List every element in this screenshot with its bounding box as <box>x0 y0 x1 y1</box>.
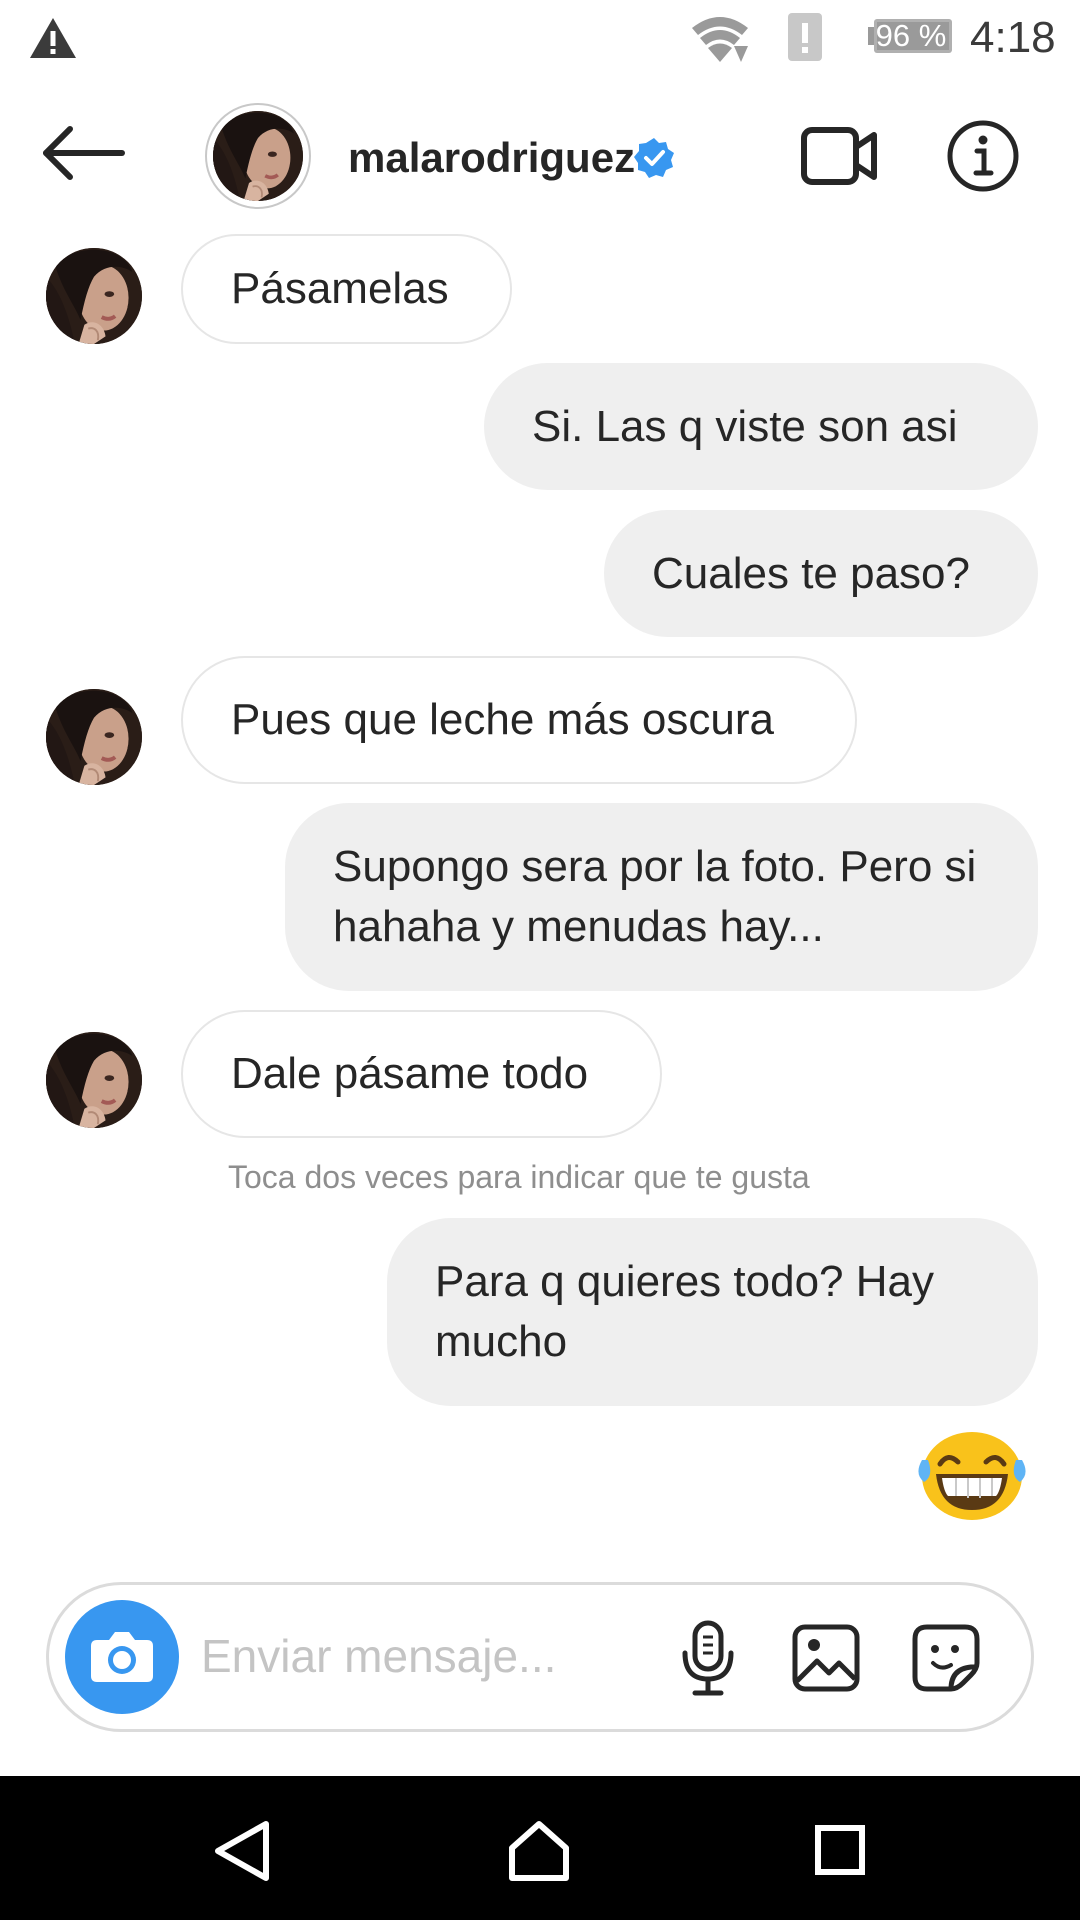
sender-avatar[interactable] <box>46 689 142 785</box>
message-text: Cuales te paso? <box>652 548 970 598</box>
message-composer <box>46 1582 1034 1732</box>
back-arrow-icon[interactable] <box>40 123 130 183</box>
nav-home-icon[interactable] <box>506 1818 572 1884</box>
sticker-icon[interactable] <box>911 1623 981 1693</box>
gallery-icon[interactable] <box>791 1623 861 1693</box>
camera-icon <box>91 1632 153 1682</box>
message-input[interactable] <box>201 1623 671 1689</box>
message-bubble-incoming[interactable]: Pásamelas <box>181 234 512 344</box>
chat-header: malarodriguez <box>0 75 1080 240</box>
sender-avatar[interactable] <box>46 248 142 344</box>
system-nav-bar <box>0 1776 1080 1920</box>
alert-icon <box>788 13 822 61</box>
message-bubble-incoming[interactable]: Dale pásame todo <box>181 1010 662 1138</box>
nav-recents-icon[interactable] <box>814 1824 866 1876</box>
double-tap-hint: Toca dos veces para indicar que te gusta <box>228 1159 810 1195</box>
microphone-icon[interactable] <box>677 1619 739 1697</box>
message-text: Pásamelas <box>231 264 449 313</box>
info-icon[interactable] <box>946 119 1020 193</box>
message-bubble-outgoing[interactable]: Si. Las q viste son asi <box>484 363 1038 490</box>
tears-of-joy-emoji[interactable] <box>916 1430 1028 1522</box>
message-text: Si. Las q viste son asi <box>532 401 958 451</box>
camera-button[interactable] <box>65 1600 179 1714</box>
message-bubble-outgoing[interactable]: Para q quieres todo? Hay mucho <box>387 1218 1038 1406</box>
wifi-icon <box>692 17 748 62</box>
message-text: Pues que leche más oscura <box>231 695 774 744</box>
header-avatar[interactable] <box>205 103 311 209</box>
message-text: Para q quieres todo? Hay mucho <box>435 1257 934 1366</box>
message-text: Supongo sera por la foto. Pero si hahaha… <box>333 842 977 951</box>
message-bubble-outgoing[interactable]: Cuales te paso? <box>604 510 1038 637</box>
chat-username[interactable]: malarodriguez <box>348 133 635 183</box>
verified-badge-icon <box>634 138 674 178</box>
video-call-icon[interactable] <box>800 125 878 187</box>
clock: 4:18 <box>970 13 1056 62</box>
sender-avatar[interactable] <box>46 1032 142 1128</box>
message-bubble-incoming[interactable]: Pues que leche más oscura <box>181 656 857 784</box>
message-text: Dale pásame todo <box>231 1049 589 1098</box>
warning-icon <box>30 18 76 58</box>
battery-level: 96 % <box>875 18 947 53</box>
nav-back-icon[interactable] <box>210 1818 272 1884</box>
message-bubble-outgoing[interactable]: Supongo sera por la foto. Pero si hahaha… <box>285 803 1038 991</box>
status-bar: 96 % 4:18 <box>0 0 1080 75</box>
